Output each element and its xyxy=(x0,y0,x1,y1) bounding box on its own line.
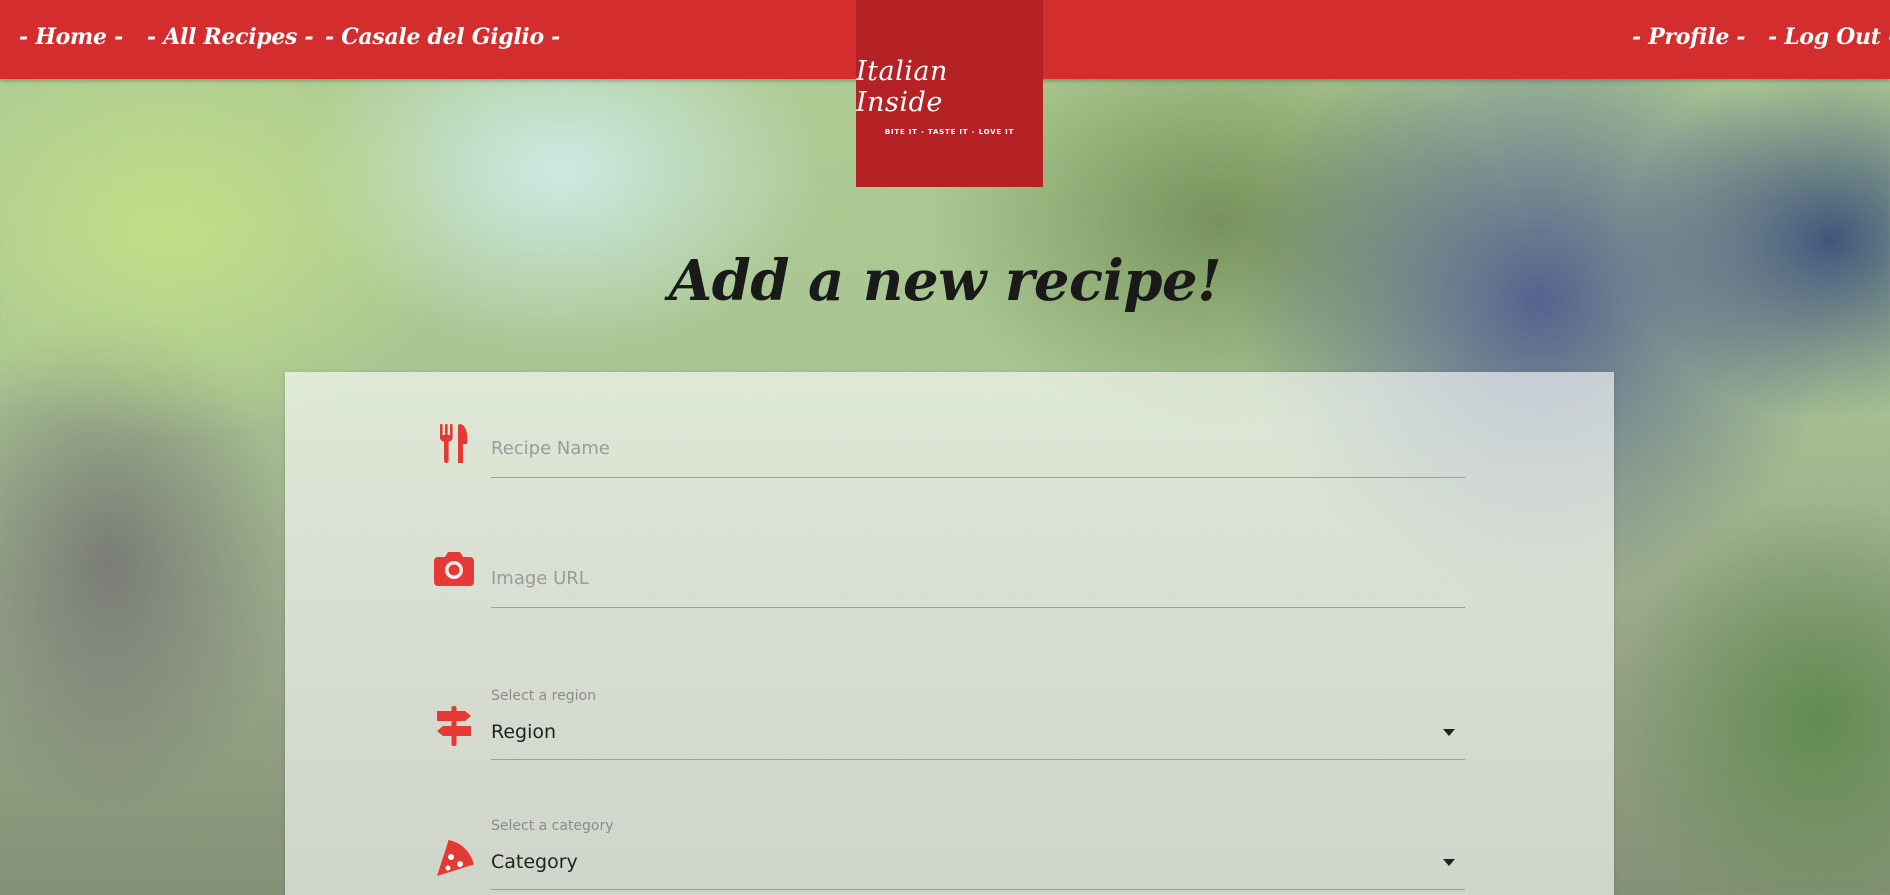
image-url-underline xyxy=(491,607,1465,608)
utensils-icon xyxy=(434,424,474,464)
region-caret-down-icon[interactable] xyxy=(1443,729,1455,736)
add-recipe-form-card: Select a region Region Select a category xyxy=(285,372,1614,895)
region-select-value[interactable]: Region xyxy=(491,721,556,743)
nav-all-recipes-link[interactable]: - All Recipes - xyxy=(147,24,314,50)
camera-icon xyxy=(434,548,474,588)
site-logo[interactable]: Italian Inside BITE IT - TASTE IT - LOVE… xyxy=(856,0,1043,187)
category-select-label: Select a category xyxy=(491,818,614,834)
category-underline xyxy=(491,889,1465,890)
recipe-name-input[interactable] xyxy=(491,432,1465,464)
nav-casale-del-giglio-link[interactable]: - Casale del Giglio - xyxy=(325,24,560,50)
category-caret-down-icon[interactable] xyxy=(1443,859,1455,866)
nav-profile-link[interactable]: - Profile - xyxy=(1632,24,1746,50)
page-title: Add a new recipe! xyxy=(668,248,1222,314)
signpost-icon xyxy=(434,706,474,746)
region-select-label: Select a region xyxy=(491,688,596,704)
logo-tagline: BITE IT - TASTE IT - LOVE IT xyxy=(884,127,1015,136)
nav-logout-link[interactable]: - Log Out - xyxy=(1768,24,1890,50)
category-select-value[interactable]: Category xyxy=(491,851,578,873)
image-url-input[interactable] xyxy=(491,562,1465,594)
region-underline xyxy=(491,759,1465,760)
nav-home-link[interactable]: - Home - xyxy=(19,24,123,50)
pizza-slice-icon xyxy=(434,838,474,878)
logo-title: Italian Inside xyxy=(856,55,948,118)
recipe-name-underline xyxy=(491,477,1465,478)
